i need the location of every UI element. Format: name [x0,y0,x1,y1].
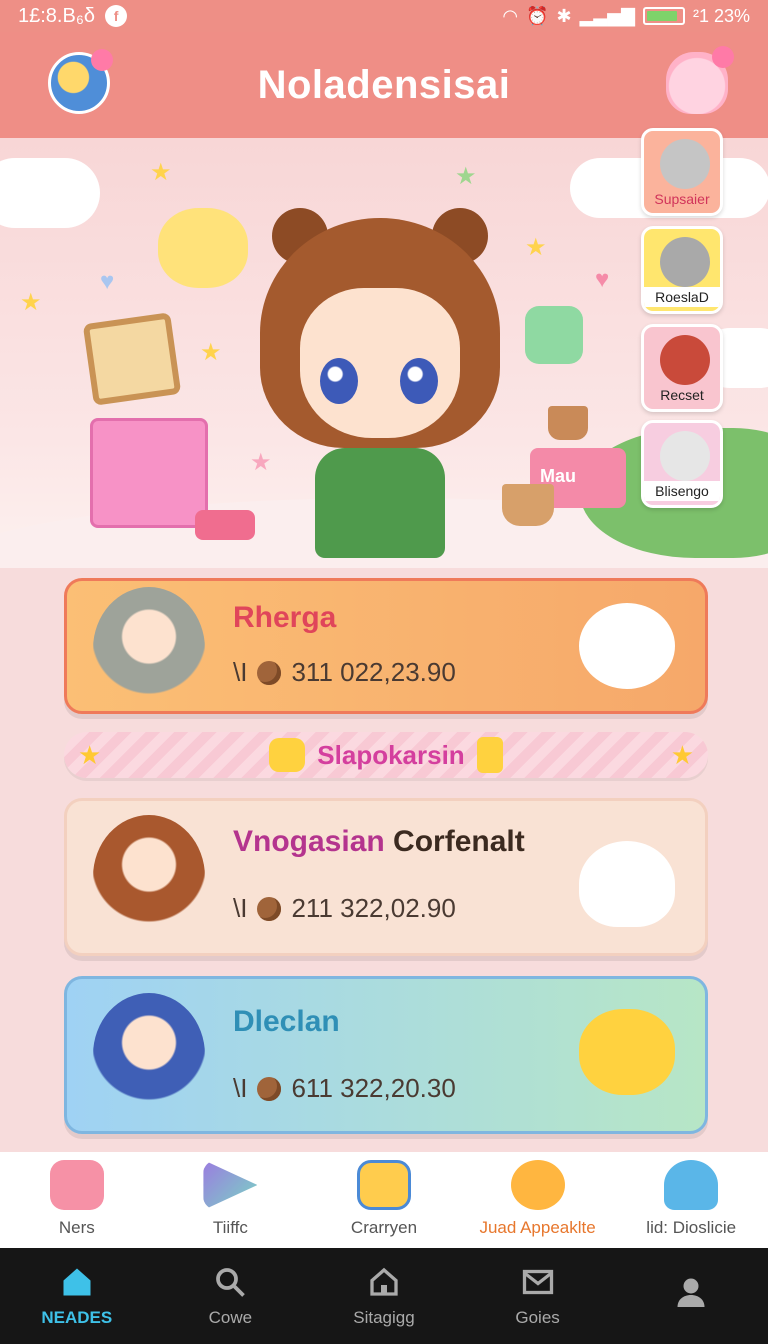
nav-messages[interactable]: Goies [461,1248,615,1344]
character-card-3[interactable]: Dleclan \I 611 322,20.30 [64,976,708,1134]
star-icon: ★ [525,234,547,261]
card-score: \I 311 022,23.90 [233,657,456,687]
potted-plant [548,406,588,440]
house-icon [370,1267,398,1296]
star-icon: ★ [200,339,222,366]
pink-toy-chest [90,418,208,528]
card-score: \I 211 322,02.90 [233,893,456,923]
nav-item-ners[interactable]: Ners [0,1152,154,1248]
avatar [660,431,710,481]
nav-profile[interactable] [614,1248,768,1344]
picture-frame [82,312,182,406]
character-portrait [93,587,205,711]
banner-text: Slapokarsin [317,739,465,770]
nav-item-tiiffc[interactable]: Tiiffc [154,1152,308,1248]
feature-nav: Ners Tiiffc Crarryen Juad Appeaklte lid:… [0,1152,768,1248]
card-name: Rherga [233,601,337,634]
white-duck-mascot-icon [579,841,675,927]
page-title: Noladensisai [257,62,511,107]
avatar [660,335,710,385]
search-icon [216,1268,246,1297]
notification-badge: f [105,5,128,27]
side-character-3[interactable]: Recset [641,324,723,412]
card-name: Dleclan [233,1005,340,1038]
character-portrait [93,815,205,939]
nav-home[interactable]: NEADES [0,1248,154,1344]
yellow-bear-plush [158,208,248,288]
green-plush [525,306,583,364]
home-icon [63,1268,91,1296]
small-book [195,510,255,540]
star-icon: ★ [670,740,694,770]
character-card-1[interactable]: Rherga \I 311 022,23.90 [64,578,708,714]
mascot-menu-button[interactable] [666,46,734,114]
nav-item-juad-appeaklte[interactable]: Juad Appeaklte [461,1152,615,1248]
heart-blob-icon [49,1160,104,1210]
person-icon [677,1278,705,1307]
mail-icon [522,1269,553,1295]
card-name: Vnogasian Corfenalt [233,825,525,858]
heart-icon: ♥ [595,266,610,293]
triangle-icon [203,1160,258,1210]
star-icon: ★ [150,159,172,186]
bluetooth-icon: ✱ [556,5,572,26]
status-bar: 1£:8.B₆δ f ◠ ⏰ ✱ ▂▃▅▇ ²1 23% [0,0,768,32]
nav-item-crarryen[interactable]: Crarryen [307,1152,461,1248]
side-character-label: Supsaier [654,191,710,207]
potion-icon [476,737,503,773]
pudding-icon [510,1160,565,1210]
battery-percent: ²1 23% [692,5,750,26]
cookie-icon [257,660,282,685]
bottom-nav: NEADES Cowe Sitagigg Goies [0,1248,768,1344]
cloud-left [0,158,100,228]
heart-icon: ♥ [100,268,115,295]
nav-item-dioslicie[interactable]: lid: Dioslicie [614,1152,768,1248]
app-header: Noladensisai [0,32,768,138]
cookie-icon [257,1076,282,1101]
gift-icon [269,738,306,772]
wifi-icon: ◠ [502,5,519,26]
side-character-label: Recset [660,387,704,403]
main-character[interactable] [250,178,510,558]
side-character-label: Blisengo [644,481,720,501]
promo-banner[interactable]: ★ Slapokarsin ★ [64,732,708,778]
alarm-icon: ⏰ [526,5,549,26]
avatar [660,237,710,287]
card-score: \I 611 322,20.30 [233,1073,456,1103]
side-character-1[interactable]: Supsaier [641,128,723,216]
signal-icon: ▂▃▅▇ [579,5,635,26]
battery-icon [642,7,685,25]
nav-search[interactable]: Cowe [154,1248,308,1344]
white-cat-mascot-icon [579,603,675,689]
nav-house[interactable]: Sitagigg [307,1248,461,1344]
side-character-label: RoeslaD [644,287,720,307]
star-icon: ★ [78,740,102,770]
side-character-2[interactable]: RoeslaD [641,226,723,314]
avatar [660,139,710,189]
character-portrait [93,993,205,1117]
side-character-4[interactable]: Blisengo [641,420,723,508]
yellow-chick-mascot-icon [579,1009,675,1095]
toy-box-icon [356,1160,411,1210]
cookie-icon [257,896,282,921]
robot-icon [664,1160,719,1210]
profile-button[interactable] [48,49,113,114]
character-card-2[interactable]: Vnogasian Corfenalt \I 211 322,02.90 [64,798,708,956]
status-time: 1£:8.B₆δ [18,4,96,27]
star-icon: ★ [20,289,42,316]
